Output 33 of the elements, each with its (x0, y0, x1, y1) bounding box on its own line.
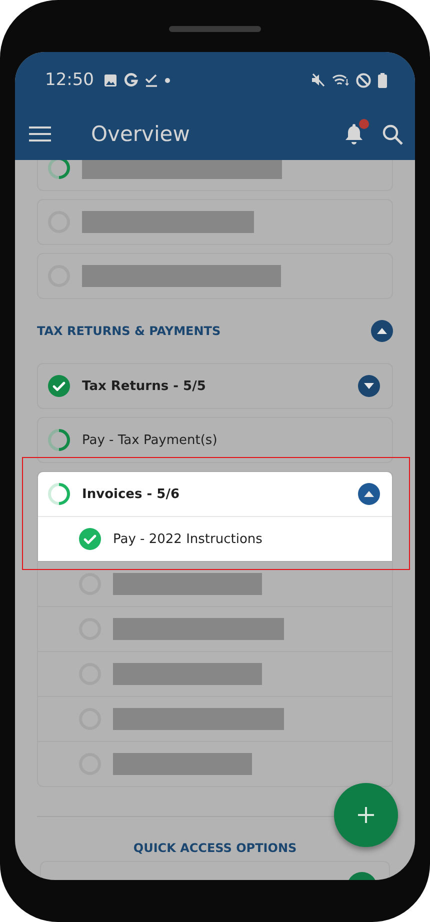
do-not-disturb-icon (356, 72, 371, 88)
wifi-icon (332, 73, 349, 87)
section-title: TAX RETURNS & PAYMENTS (37, 324, 221, 338)
bell-icon[interactable] (344, 123, 364, 145)
task-label: Pay - Tax Payment(s) (82, 432, 218, 448)
mute-icon (311, 73, 325, 87)
task-card[interactable]: Pay - Tax Payment(s) (37, 417, 393, 463)
subtask-label: Pay - 2022 Instructions (113, 532, 264, 546)
subtask-row[interactable]: Pay - 2022 Instructions (38, 516, 392, 561)
search-icon[interactable] (382, 124, 403, 144)
caret-icon (364, 383, 374, 389)
image-icon (104, 74, 117, 86)
task-card[interactable] (37, 199, 393, 245)
task-group-card[interactable]: Invoices - 5/6 Pay - 2022 Instructions (37, 471, 393, 787)
task-card[interactable] (37, 253, 393, 299)
collapse-toggle[interactable] (371, 320, 393, 342)
menu-icon[interactable] (29, 126, 51, 142)
checkmark-download-icon (145, 74, 158, 86)
caret-icon (364, 491, 374, 497)
section-title: QUICK ACCESS OPTIONS (133, 841, 297, 855)
app-bar-title: Overview (91, 122, 191, 146)
plus-icon (356, 805, 376, 825)
task-label: Invoices - 5/6 (82, 486, 180, 502)
task-group-card[interactable]: Tax Returns - 5/5 (37, 363, 393, 409)
status-time: 12:50 (45, 70, 94, 90)
expand-toggle[interactable] (358, 375, 380, 397)
g-logo-icon (124, 73, 138, 87)
add-button[interactable] (334, 783, 398, 847)
dot-icon (165, 78, 170, 82)
battery-icon (378, 72, 387, 88)
expand-toggle[interactable] (358, 483, 380, 505)
caret-icon (377, 328, 387, 334)
task-label: Tax Returns - 5/5 (82, 378, 207, 394)
